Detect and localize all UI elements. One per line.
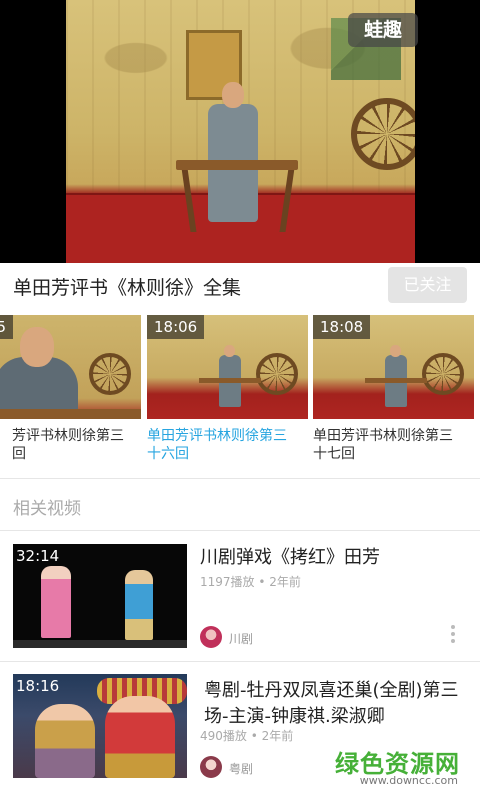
player-watermark: 蛙趣 [348,13,418,47]
related-video-title[interactable]: 川剧弹戏《拷红》田芳 [200,545,472,571]
storyteller-figure [208,82,258,222]
related-video-title[interactable]: 粤剧-牡丹双凤喜还巢(全剧)第三场-主演-钟康祺.梁淑卿 [204,678,474,730]
author-avatar[interactable] [200,756,222,778]
episode-duration: 05 [0,315,14,339]
author-name[interactable]: 粤剧 [229,760,253,777]
related-video-meta: 490播放 • 2年前 [200,729,294,743]
video-title-row: 单田芳评书《林则徐》全集 已关注 [0,263,480,313]
stage-wheel [351,98,415,170]
episode-duration: 18:06 [147,315,205,339]
episode-thumbnail[interactable]: 05 [0,315,141,419]
more-options-icon[interactable] [448,623,458,645]
episode-thumbnail[interactable]: 18:06 [147,315,308,419]
episode-title[interactable]: 单田芳评书林则徐第三 十六回 [147,427,308,463]
stage-table [176,160,298,170]
divider [0,478,480,479]
follow-button[interactable]: 已关注 [388,267,467,303]
related-video-thumbnail[interactable]: 18:16 [13,674,187,778]
related-video-item[interactable]: 18:16 粤剧-牡丹双凤喜还巢(全剧)第三场-主演-钟康祺.梁淑卿 490播放… [0,662,480,800]
related-video-duration: 18:16 [16,677,60,695]
episode-duration: 18:08 [313,315,371,339]
related-video-thumbnail[interactable]: 32:14 [13,544,187,648]
related-video-meta: 1197播放 • 2年前 [200,575,301,589]
episode-thumbnail[interactable]: 18:08 [313,315,474,419]
related-video-duration: 32:14 [16,547,60,565]
video-title: 单田芳评书《林则徐》全集 [13,277,242,299]
video-player[interactable]: 蛙趣 [0,0,480,263]
author-name[interactable]: 川剧 [229,630,253,647]
author-avatar[interactable] [200,626,222,648]
episode-title[interactable]: 单田芳评书林则徐第三 十七回 [313,427,474,463]
related-videos-heading: 相关视频 [13,499,81,519]
episode-list[interactable]: 05 芳评书林则徐第三 回 18:06 单田芳评书林则徐第三 十六回 18:08… [0,315,480,475]
episode-title[interactable]: 芳评书林则徐第三 回 [12,427,152,463]
related-video-item[interactable]: 32:14 川剧弹戏《拷红》田芳 1197播放 • 2年前 川剧 [0,531,480,661]
